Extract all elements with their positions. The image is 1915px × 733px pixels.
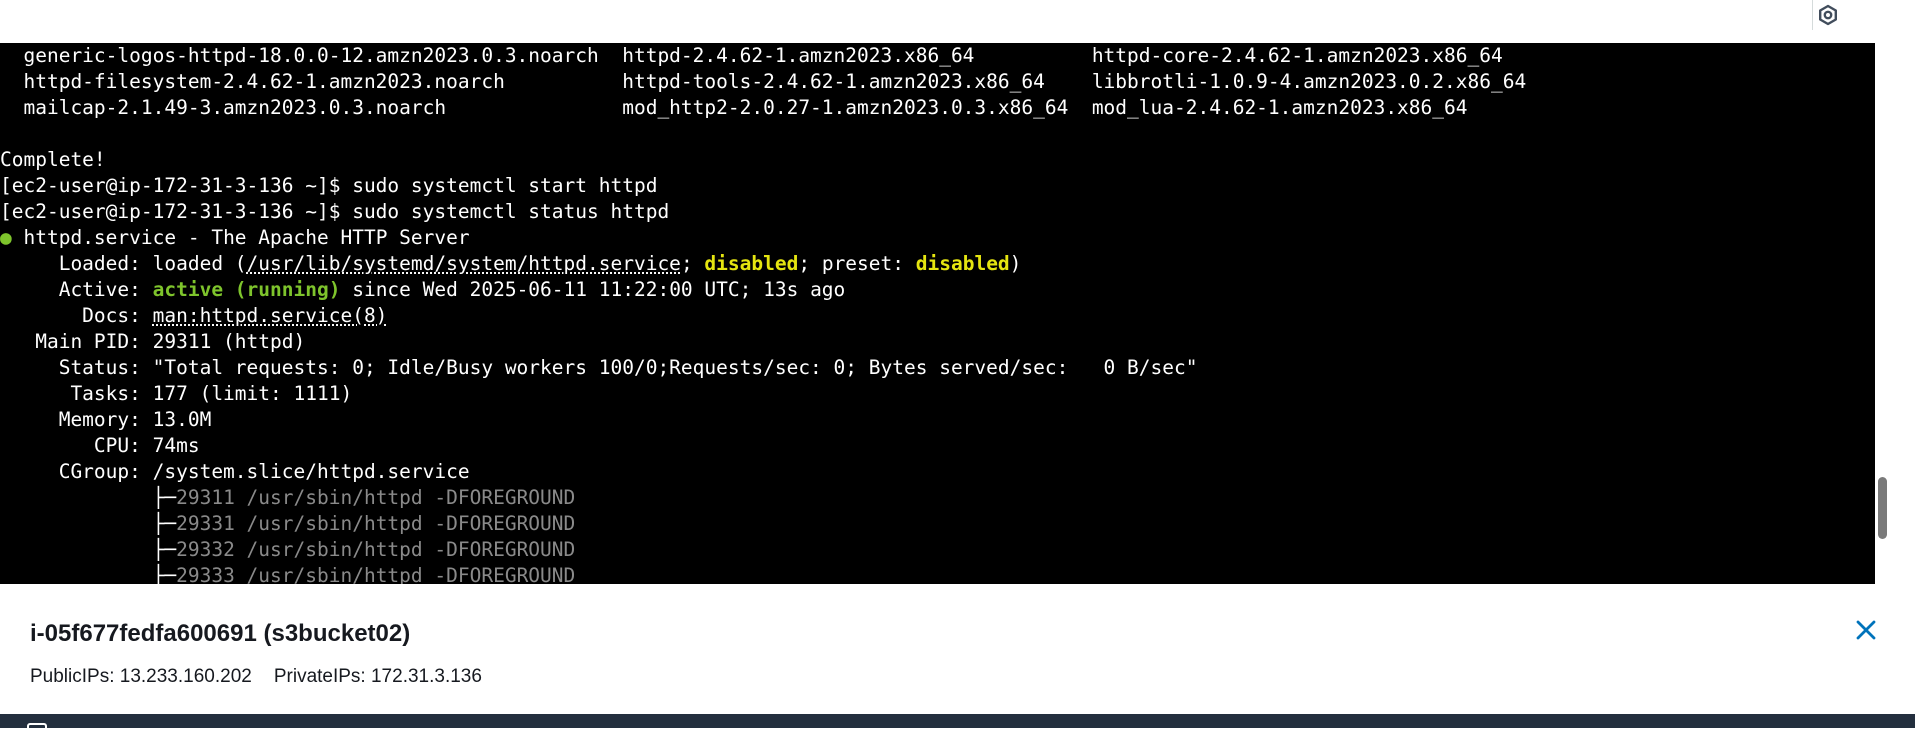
terminal-text: ├─ <box>0 512 177 535</box>
terminal-line: Active: active (running) since Wed 2025-… <box>0 277 1875 303</box>
terminal-text: httpd.service - The Apache HTTP Server <box>11 226 470 249</box>
terminal-line: httpd-filesystem-2.4.62-1.amzn2023.noarc… <box>0 69 1875 95</box>
terminal-line: Memory: 13.0M <box>0 407 1875 433</box>
terminal-text: Main PID: 29311 (httpd) <box>0 330 306 353</box>
terminal-line: CPU: 74ms <box>0 433 1875 459</box>
terminal-text: httpd-filesystem-2.4.62-1.amzn2023.noarc… <box>0 70 1527 93</box>
terminal-text: ├─ <box>0 538 177 561</box>
terminal-text: Tasks: 177 (limit: 1111) <box>0 382 353 405</box>
terminal-text: active (running) <box>152 278 341 301</box>
terminal-line: [ec2-user@ip-172-31-3-136 ~]$ sudo syste… <box>0 199 1875 225</box>
terminal-text: disabled <box>915 252 1010 275</box>
terminal-line: Tasks: 177 (limit: 1111) <box>0 381 1875 407</box>
terminal-line: ● httpd.service - The Apache HTTP Server <box>0 225 1875 251</box>
private-ips: PrivateIPs: 172.31.3.136 <box>273 666 482 687</box>
terminal-text: ● <box>0 226 12 249</box>
terminal-line: Docs: man:httpd.service(8) <box>0 303 1875 329</box>
terminal-line: Complete! <box>0 147 1875 173</box>
terminal-text: [ec2-user@ip-172-31-3-136 ~]$ sudo syste… <box>0 200 670 223</box>
terminal-text: generic-logos-httpd-18.0.0-12.amzn2023.0… <box>0 44 1503 67</box>
terminal-text: ; <box>680 252 705 275</box>
checkbox-icon[interactable] <box>27 723 47 733</box>
instance-ips: PublicIPs: 13.233.160.202 PrivateIPs: 17… <box>30 666 482 688</box>
terminal-text: 29331 /usr/sbin/httpd -DFOREGROUND <box>176 512 576 535</box>
instance-title: i-05f677fedfa600691 (s3bucket02) <box>30 620 411 647</box>
terminal-text: ) <box>1009 252 1022 275</box>
terminal-text: ├─ <box>0 486 177 509</box>
public-ips: PublicIPs: 13.233.160.202 <box>30 666 252 687</box>
terminal-line: ├─29311 /usr/sbin/httpd -DFOREGROUND <box>0 485 1875 511</box>
instance-info-panel: i-05f677fedfa600691 (s3bucket02) PublicI… <box>0 584 1915 714</box>
terminal-text: disabled <box>704 252 799 275</box>
terminal-scrollbar[interactable] <box>1875 43 1890 584</box>
terminal-text: CPU: 74ms <box>0 434 200 457</box>
terminal-line: mailcap-2.1.49-3.amzn2023.0.3.noarch mod… <box>0 95 1875 121</box>
terminal-text: CGroup: /system.slice/httpd.service <box>0 460 470 483</box>
terminal-text: man:httpd.service(8) <box>152 304 388 327</box>
settings-button[interactable] <box>1812 0 1843 30</box>
terminal-text: mailcap-2.1.49-3.amzn2023.0.3.noarch mod… <box>0 96 1468 119</box>
terminal-text: ├─ <box>0 564 177 584</box>
terminal-output[interactable]: generic-logos-httpd-18.0.0-12.amzn2023.0… <box>0 43 1875 584</box>
close-icon <box>1856 620 1876 640</box>
terminal-text: Memory: 13.0M <box>0 408 212 431</box>
terminal-text: 29332 /usr/sbin/httpd -DFOREGROUND <box>176 538 576 561</box>
terminal-text: [ec2-user@ip-172-31-3-136 ~]$ sudo syste… <box>0 174 658 197</box>
settings-icon <box>1819 4 1837 26</box>
terminal-line: ├─29331 /usr/sbin/httpd -DFOREGROUND <box>0 511 1875 537</box>
terminal-text: ; preset: <box>798 252 916 275</box>
terminal-text: 29311 /usr/sbin/httpd -DFOREGROUND <box>176 486 576 509</box>
terminal-text: Docs: <box>0 304 153 327</box>
right-edge <box>1890 43 1915 584</box>
terminal-line: Main PID: 29311 (httpd) <box>0 329 1875 355</box>
terminal-text: /usr/lib/systemd/system/httpd.service <box>246 252 681 275</box>
terminal-line: generic-logos-httpd-18.0.0-12.amzn2023.0… <box>0 43 1875 69</box>
terminal-line: Status: "Total requests: 0; Idle/Busy wo… <box>0 355 1875 381</box>
bottom-bar <box>0 714 1915 733</box>
terminal-line: ├─29332 /usr/sbin/httpd -DFOREGROUND <box>0 537 1875 563</box>
terminal-line: [ec2-user@ip-172-31-3-136 ~]$ sudo syste… <box>0 173 1875 199</box>
terminal-text: since Wed 2025-06-11 11:22:00 UTC; 13s a… <box>340 278 846 301</box>
top-bar <box>0 0 1915 43</box>
close-button[interactable] <box>1848 612 1884 648</box>
scrollbar-thumb[interactable] <box>1878 477 1887 539</box>
terminal-line: CGroup: /system.slice/httpd.service <box>0 459 1875 485</box>
terminal-text: Complete! <box>0 148 106 171</box>
terminal-text: Active: <box>0 278 153 301</box>
terminal-line: Loaded: loaded (/usr/lib/systemd/system/… <box>0 251 1875 277</box>
terminal-text: Loaded: loaded ( <box>0 252 247 275</box>
terminal-text: 29333 /usr/sbin/httpd -DFOREGROUND <box>176 564 576 584</box>
terminal-line: ├─29333 /usr/sbin/httpd -DFOREGROUND <box>0 563 1875 584</box>
terminal-text: Status: "Total requests: 0; Idle/Busy wo… <box>0 356 1198 379</box>
